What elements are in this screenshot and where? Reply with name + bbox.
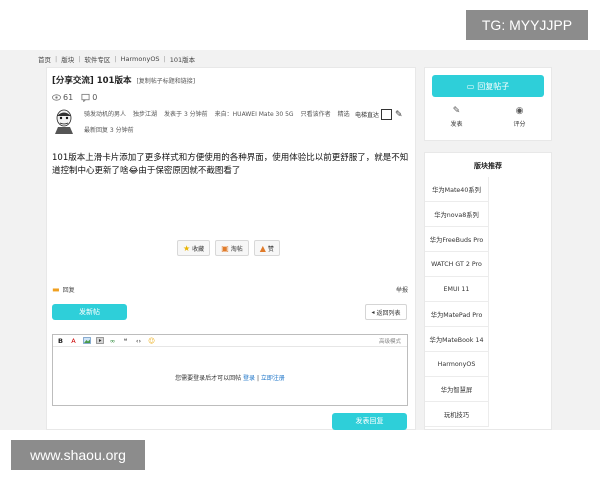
recommend-item[interactable]: 华为FreeBuds Pro (425, 227, 489, 252)
link-icon[interactable]: ∞ (108, 337, 117, 345)
comments-count: 0 (92, 93, 98, 102)
reply-icon: ▬ (52, 285, 60, 294)
share-button[interactable]: ▣ 淘帖 (215, 240, 249, 256)
advanced-mode-link[interactable]: 高级模式 (379, 337, 401, 345)
reply-post-button[interactable]: ▭ 回复帖子 (432, 75, 544, 97)
recommend-item[interactable]: 玩机技巧 (425, 402, 489, 427)
author-row: 骑发动机的男人 独步江湖 发表于 3 分钟前 来自：HUAWEI Mate 30… (52, 106, 414, 138)
editor-toolbar: B A ∞ ❝ ‹› ☺ 高级模式 (53, 335, 407, 347)
watermark-top: TG: MYYJJPP (466, 10, 588, 40)
copy-title-link[interactable]: [复制帖子标题和链接] (136, 78, 195, 85)
post-content: 101版本上滑卡片添加了更多样式和方便使用的各种界面，使用体验比以前更舒服了，就… (52, 153, 409, 176)
breadcrumb-boards[interactable]: 版块 (61, 54, 74, 64)
report-link[interactable]: 举报 (396, 285, 408, 294)
board-recommend-panel: 版块推荐 华为Mate40系列 华为nova8系列 华为FreeBuds Pro… (424, 152, 552, 430)
post-actions: ★ 收藏 ▣ 淘帖 ▲ 赞 (177, 240, 280, 256)
quote-icon[interactable]: ❝ (121, 337, 130, 345)
recommend-item[interactable]: HarmonyOS (425, 352, 489, 377)
recommend-item[interactable]: EMUI 11 (425, 277, 489, 302)
post-stats: 61 0 (52, 93, 105, 102)
recommend-item[interactable]: 华为nova8系列 (425, 202, 489, 227)
post-panel: [分享交流] 101版本 [复制帖子标题和链接] 61 0 骑发动机的男人 独步… (46, 67, 416, 430)
like-button[interactable]: ▲ 赞 (253, 240, 280, 256)
recommend-item[interactable]: 华为MatePad Pro (425, 302, 489, 327)
back-to-list-button[interactable]: ◂ 返回列表 (365, 304, 407, 320)
elevator: 电梯直达 ✎ (355, 109, 403, 120)
reply-row: ▬ 回复 举报 (52, 285, 408, 294)
views-stat: 61 (52, 93, 73, 102)
last-reply: 最新回复 3 分钟前 (84, 127, 134, 134)
bold-icon[interactable]: B (56, 337, 65, 345)
edit-icon: ✎ (452, 106, 461, 116)
avatar[interactable] (52, 108, 76, 134)
login-link[interactable]: 登录 (243, 375, 255, 382)
new-post-button[interactable]: 发新帖 (52, 304, 127, 320)
sidebar-actions: ▭ 回复帖子 ✎ 发表 ◉ 评分 (424, 67, 552, 141)
recommend-item[interactable]: WATCH GT 2 Pro (425, 252, 489, 277)
breadcrumb-software[interactable]: 软件专区 (84, 54, 110, 64)
author-tag: 独步江湖 (133, 111, 158, 118)
new-thread-action[interactable]: ✎ 发表 (450, 106, 462, 128)
breadcrumb-home[interactable]: 首页 (38, 54, 51, 64)
recommend-item[interactable]: 华为MateBook 14 (425, 327, 489, 352)
chevron-left-icon: ◂ (371, 308, 375, 316)
rate-icon: ◉ (515, 106, 524, 116)
recommend-item[interactable]: 华为Mate40系列 (425, 177, 489, 202)
breadcrumb: 首页 | 版块 | 软件专区 | HarmonyOS | 101版本 (38, 54, 196, 64)
only-author-link[interactable]: 只看该作者 (301, 109, 331, 118)
font-color-icon[interactable]: A (69, 337, 78, 345)
author-name[interactable]: 骑发动机的男人 (84, 109, 126, 118)
views-count: 61 (63, 93, 74, 102)
box-icon: ▣ (221, 243, 229, 253)
register-link[interactable]: 立即注册 (261, 375, 285, 382)
rate-action[interactable]: ◉ 评分 (513, 106, 525, 128)
post-title: [分享交流] 101版本 [复制帖子标题和链接] (52, 74, 195, 86)
post-time: 发表于 3 分钟前 (164, 111, 208, 118)
pen-icon[interactable]: ✎ (395, 110, 403, 120)
featured-link[interactable]: 精选 (338, 109, 350, 118)
code-icon[interactable]: ‹› (134, 337, 143, 345)
post-title-text: [分享交流] 101版本 (52, 76, 132, 86)
elevator-input[interactable] (381, 109, 393, 120)
emoji-icon[interactable]: ☺ (147, 337, 156, 345)
favorite-button[interactable]: ★ 收藏 (177, 240, 211, 256)
reply-editor[interactable]: B A ∞ ❝ ‹› ☺ 高级模式 您需要登录后才可以回帖 登录 | 立即注册 (52, 334, 408, 406)
watermark-bottom: www.shaou.org (11, 440, 145, 470)
media-icon[interactable] (95, 337, 104, 345)
recommend-item[interactable]: 华为智慧屏 (425, 377, 489, 402)
login-prompt: 您需要登录后才可以回帖 登录 | 立即注册 (175, 375, 285, 382)
eye-icon (52, 94, 61, 101)
reply-icon: ▭ (466, 81, 475, 91)
elevator-label: 电梯直达 (355, 112, 380, 119)
author-meta: 骑发动机的男人 独步江湖 发表于 3 分钟前 来自：HUAWEI Mate 30… (84, 109, 357, 118)
side-action-group: ✎ 发表 ◉ 评分 (425, 106, 551, 128)
forum-page: 首页 | 版块 | 软件专区 | HarmonyOS | 101版本 [分享交流] 10… (0, 50, 600, 430)
star-icon: ★ (183, 243, 191, 253)
comments-stat: 0 (81, 93, 97, 102)
submit-reply-button[interactable]: 发表回复 (332, 413, 407, 430)
breadcrumb-current: 101版本 (169, 56, 196, 64)
reply-link[interactable]: ▬ 回复 (52, 285, 75, 294)
comment-icon (81, 93, 90, 102)
image-icon[interactable] (82, 337, 91, 345)
breadcrumb-harmonyos[interactable]: HarmonyOS (121, 55, 160, 63)
thumb-up-icon: ▲ (259, 243, 266, 253)
recommend-title: 版块推荐 (474, 162, 502, 170)
recommend-list: 华为Mate40系列 华为nova8系列 华为FreeBuds Pro WATC… (425, 177, 489, 427)
post-device: 来自：HUAWEI Mate 30 5G (214, 111, 294, 118)
